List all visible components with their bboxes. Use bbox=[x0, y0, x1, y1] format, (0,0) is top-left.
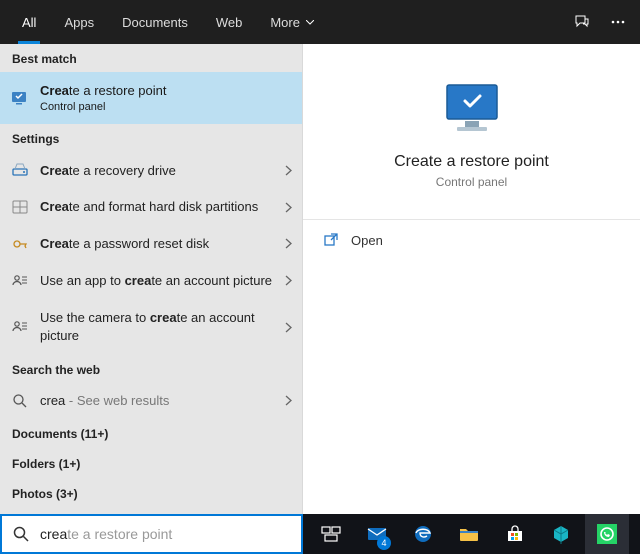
chevron-right-icon bbox=[285, 322, 292, 333]
result-account-picture-camera[interactable]: Use the camera to create an account pict… bbox=[0, 299, 302, 354]
result-text: crea - See web results bbox=[40, 392, 275, 410]
preview-subtitle: Control panel bbox=[436, 175, 507, 189]
tab-web[interactable]: Web bbox=[202, 0, 257, 44]
tab-apps[interactable]: Apps bbox=[50, 0, 108, 44]
chevron-right-icon bbox=[285, 238, 292, 249]
tab-more[interactable]: More bbox=[256, 0, 328, 44]
account-icon bbox=[10, 317, 30, 337]
result-text: Use the camera to create an account pict… bbox=[40, 307, 275, 346]
search-box[interactable]: create a restore point bbox=[0, 514, 303, 554]
mail-badge: 4 bbox=[377, 536, 391, 550]
tab-label: Web bbox=[216, 15, 243, 30]
feedback-button[interactable] bbox=[568, 8, 596, 36]
taskbar-edge[interactable] bbox=[401, 514, 445, 554]
key-icon bbox=[10, 234, 30, 254]
taskbar-app-cube[interactable] bbox=[539, 514, 583, 554]
taskbar-whatsapp[interactable] bbox=[585, 514, 629, 554]
result-text: Create a restore point Control panel bbox=[40, 80, 292, 116]
category-documents[interactable]: Documents (11+) bbox=[0, 419, 302, 449]
result-subtitle: Control panel bbox=[40, 100, 292, 115]
tab-label: More bbox=[270, 15, 300, 30]
preview-pane: Create a restore point Control panel Ope… bbox=[303, 44, 640, 514]
control-panel-icon bbox=[10, 88, 30, 108]
taskbar: 4 bbox=[303, 514, 640, 554]
result-format-disk[interactable]: Create and format hard disk partitions bbox=[0, 188, 302, 226]
category-folders[interactable]: Folders (1+) bbox=[0, 449, 302, 479]
taskbar-mail[interactable]: 4 bbox=[355, 514, 399, 554]
result-best-match[interactable]: Create a restore point Control panel bbox=[0, 72, 302, 124]
taskbar-explorer[interactable] bbox=[447, 514, 491, 554]
open-action[interactable]: Open bbox=[303, 220, 640, 260]
results-list: Best match Create a restore point Contro… bbox=[0, 44, 303, 514]
search-icon bbox=[12, 525, 30, 543]
tab-label: Apps bbox=[64, 15, 94, 30]
tab-label: All bbox=[22, 15, 36, 30]
open-icon bbox=[323, 232, 339, 248]
more-options-button[interactable] bbox=[604, 8, 632, 36]
section-header-web: Search the web bbox=[0, 355, 302, 383]
preview-actions: Open bbox=[303, 219, 640, 260]
result-text: Use an app to create an account picture bbox=[40, 270, 275, 292]
tab-label: Documents bbox=[122, 15, 188, 30]
chevron-right-icon bbox=[285, 202, 292, 213]
result-account-picture-app[interactable]: Use an app to create an account picture bbox=[0, 262, 302, 300]
chevron-right-icon bbox=[285, 275, 292, 286]
tab-documents[interactable]: Documents bbox=[108, 0, 202, 44]
section-header-settings: Settings bbox=[0, 124, 302, 152]
open-label: Open bbox=[351, 233, 383, 248]
partition-icon bbox=[10, 197, 30, 217]
search-panels: Best match Create a restore point Contro… bbox=[0, 44, 640, 514]
account-icon bbox=[10, 271, 30, 291]
monitor-check-icon bbox=[437, 79, 507, 139]
result-web-search[interactable]: crea - See web results bbox=[0, 383, 302, 419]
search-input[interactable]: create a restore point bbox=[40, 526, 291, 542]
tab-all[interactable]: All bbox=[8, 0, 50, 44]
task-view-button[interactable] bbox=[309, 514, 353, 554]
result-text: Create a password reset disk bbox=[40, 235, 275, 253]
search-icon bbox=[10, 391, 30, 411]
result-text: Create a recovery drive bbox=[40, 162, 275, 180]
taskbar-store[interactable] bbox=[493, 514, 537, 554]
drive-icon bbox=[10, 160, 30, 180]
chevron-right-icon bbox=[285, 165, 292, 176]
category-photos[interactable]: Photos (3+) bbox=[0, 479, 302, 509]
chevron-right-icon bbox=[285, 395, 292, 406]
section-header-best-match: Best match bbox=[0, 44, 302, 72]
search-tabs: All Apps Documents Web More bbox=[0, 0, 640, 44]
chevron-down-icon bbox=[306, 20, 314, 25]
result-recovery-drive[interactable]: Create a recovery drive bbox=[0, 152, 302, 188]
preview-title: Create a restore point bbox=[394, 153, 549, 171]
result-text: Create and format hard disk partitions bbox=[40, 196, 275, 218]
result-password-reset[interactable]: Create a password reset disk bbox=[0, 226, 302, 262]
